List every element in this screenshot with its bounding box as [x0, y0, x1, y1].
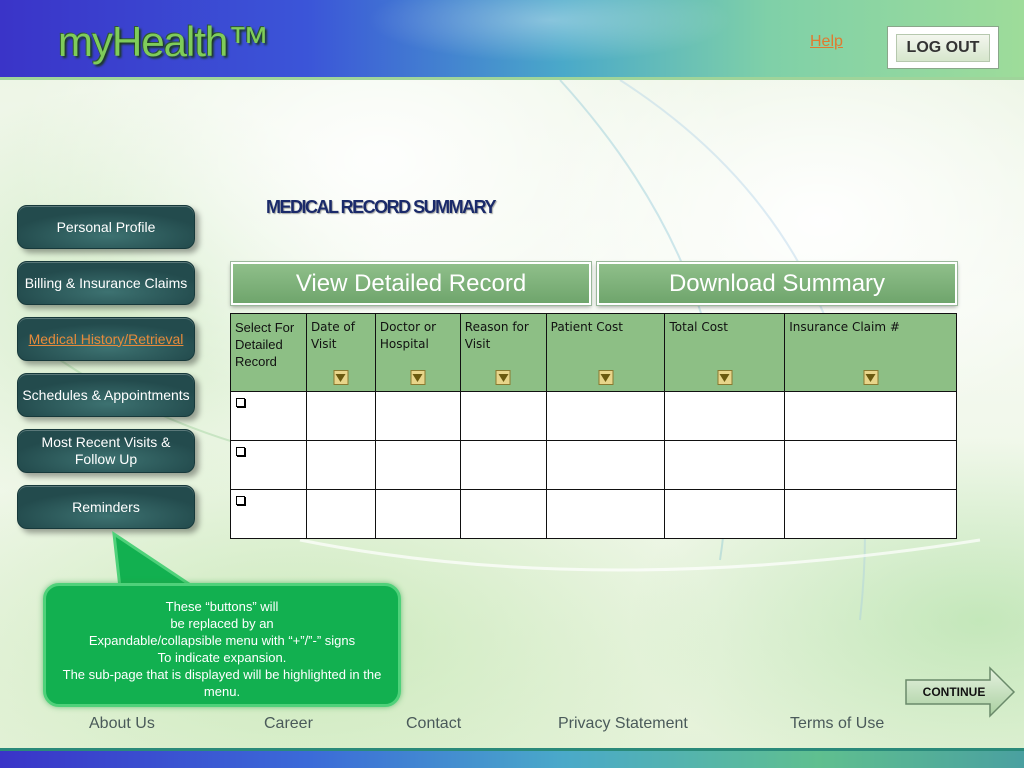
filter-dropdown-icon[interactable]: [717, 370, 733, 385]
cell-patient-cost: [545, 489, 666, 539]
cell-date: [305, 391, 376, 441]
cell-reason: [459, 489, 547, 539]
medical-records-table: Select For Detailed Record Date of Visit…: [230, 313, 957, 539]
cell-claim: [784, 391, 957, 441]
cell-claim: [784, 440, 957, 490]
column-header-date: Date of Visit: [305, 313, 376, 392]
sidebar-item-schedules[interactable]: Schedules & Appointments: [17, 373, 195, 417]
table-row: [230, 391, 957, 441]
footer-about-us[interactable]: About Us: [89, 715, 155, 733]
sidebar-item-reminders[interactable]: Reminders: [17, 485, 195, 529]
annotation-callout: These “buttons” will be replaced by an E…: [43, 583, 401, 707]
sidebar-item-recent-visits[interactable]: Most Recent Visits & Follow Up: [17, 429, 195, 473]
sidebar-item-label: Billing & Insurance Claims: [24, 274, 188, 291]
column-header-patient-cost: Patient Cost: [545, 313, 666, 392]
filter-dropdown-icon[interactable]: [333, 370, 349, 385]
row-select-checkbox[interactable]: [236, 447, 245, 456]
sidebar-item-label: Medical History/Retrieval: [28, 330, 184, 347]
sidebar-item-personal-profile[interactable]: Personal Profile: [17, 205, 195, 249]
table-row: [230, 489, 957, 539]
cell-date: [305, 440, 376, 490]
filter-dropdown-icon[interactable]: [495, 370, 511, 385]
filter-dropdown-icon[interactable]: [410, 370, 426, 385]
sidebar-item-medical-history[interactable]: Medical History/Retrieval: [17, 317, 195, 361]
page-title: MEDICAL RECORD SUMMARY: [266, 197, 497, 217]
sidebar-item-label: Most Recent Visits & Follow Up: [41, 434, 171, 467]
row-select-checkbox[interactable]: [236, 496, 245, 505]
cell-doctor: [374, 440, 461, 490]
footer-contact[interactable]: Contact: [406, 715, 461, 733]
filter-dropdown-icon[interactable]: [598, 370, 614, 385]
footer-terms-of-use[interactable]: Terms of Use: [790, 715, 884, 733]
table-header-row: Select For Detailed Record Date of Visit…: [230, 313, 957, 392]
column-header-doctor: Doctor or Hospital: [374, 313, 461, 392]
sidebar-item-label: Personal Profile: [56, 218, 156, 235]
column-header-total-cost: Total Cost: [664, 313, 786, 392]
logout-frame: LOG OUT: [887, 26, 999, 69]
cell-patient-cost: [545, 391, 666, 441]
cell-doctor: [374, 489, 461, 539]
column-header-claim: Insurance Claim #: [784, 313, 957, 392]
footer-career[interactable]: Career: [264, 715, 313, 733]
footer-privacy-statement[interactable]: Privacy Statement: [558, 715, 688, 733]
callout-pointer: [112, 530, 200, 590]
cell-claim: [784, 489, 957, 539]
bottom-bar: [0, 748, 1024, 768]
download-summary-button[interactable]: Download Summary: [596, 261, 958, 306]
logout-button[interactable]: LOG OUT: [896, 33, 990, 62]
column-header-reason: Reason for Visit: [459, 313, 547, 392]
callout-line: To indicate expansion.: [157, 650, 287, 665]
header-bar: myHealth™ Help LOG OUT: [0, 0, 1024, 80]
cell-reason: [459, 391, 547, 441]
sidebar-item-label: Schedules & Appointments: [22, 386, 190, 403]
cell-date: [305, 489, 376, 539]
column-header-select: Select For Detailed Record: [230, 313, 307, 392]
callout-line: The sub-page that is displayed will be h…: [62, 667, 382, 699]
filter-dropdown-icon[interactable]: [863, 370, 879, 385]
app-logo: myHealth™: [58, 18, 269, 65]
table-row: [230, 440, 957, 490]
continue-label: CONTINUE: [922, 685, 986, 699]
cell-patient-cost: [545, 440, 666, 490]
view-detailed-record-button[interactable]: View Detailed Record: [230, 261, 592, 306]
continue-button[interactable]: CONTINUE: [904, 666, 1016, 718]
cell-total-cost: [664, 391, 786, 441]
callout-line: Expandable/collapsible menu with “+”/”-”…: [88, 633, 356, 648]
cell-total-cost: [664, 489, 786, 539]
help-link[interactable]: Help: [810, 33, 843, 51]
callout-line: These “buttons” will: [165, 599, 279, 614]
cell-total-cost: [664, 440, 786, 490]
sidebar-item-label: Reminders: [72, 498, 140, 515]
cell-doctor: [374, 391, 461, 441]
sidebar-item-billing[interactable]: Billing & Insurance Claims: [17, 261, 195, 305]
callout-line: be replaced by an: [170, 616, 274, 631]
cell-reason: [459, 440, 547, 490]
row-select-checkbox[interactable]: [236, 398, 245, 407]
